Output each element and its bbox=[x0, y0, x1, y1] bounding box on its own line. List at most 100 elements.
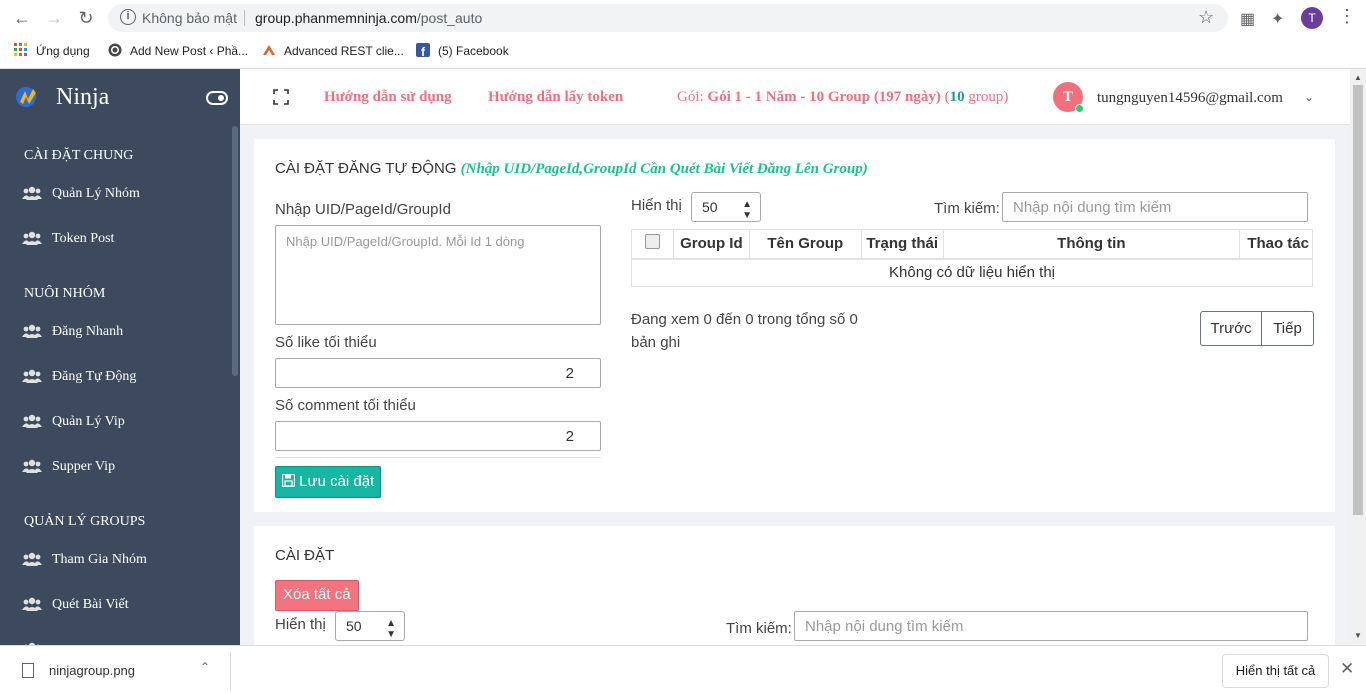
divider bbox=[275, 457, 601, 458]
sidebar-item-quan-ly-nhom[interactable]: Quản Lý Nhóm bbox=[22, 182, 222, 208]
col-actions[interactable]: Thao tác bbox=[1239, 229, 1313, 260]
ninja-logo-icon[interactable] bbox=[14, 85, 42, 109]
back-arrow-icon[interactable]: ← bbox=[12, 8, 32, 28]
table-row: Không có dữ liệu hiển thị bbox=[631, 258, 1313, 287]
sidebar-item-partial[interactable] bbox=[22, 638, 222, 645]
page-size-select[interactable]: 50 ▲ ▼ bbox=[691, 192, 761, 222]
save-settings-label: Lưu cài đặt bbox=[299, 473, 375, 490]
bookmark-add-new-post[interactable]: Add New Post ‹ Phầ... bbox=[108, 42, 248, 60]
bookmark-apps[interactable]: Ứng dụng bbox=[14, 42, 90, 60]
bookmark-rest-client[interactable]: Advanced REST clie... bbox=[262, 42, 404, 60]
sidebar-item-quet-bai-viet[interactable]: Quét Bài Viết bbox=[22, 593, 222, 619]
section-title-quan-ly-groups: QUẢN LÝ GROUPS bbox=[24, 514, 146, 529]
page-size-select[interactable]: 50 ▲ ▼ bbox=[335, 611, 405, 641]
card-title: CÀI ĐẶT ĐĂNG TỰ ĐỘNG (Nhập UID/PageId,Gr… bbox=[275, 160, 868, 178]
search-input[interactable]: Nhập nội dung tìm kiếm bbox=[1002, 192, 1308, 222]
omnibox-divider bbox=[244, 10, 245, 26]
token-guide-link[interactable]: Hướng dẫn lấy token bbox=[488, 89, 623, 106]
download-file-name[interactable]: ninjagroup.png bbox=[49, 663, 135, 678]
select-all-checkbox[interactable] bbox=[644, 234, 660, 250]
uid-label: Nhập UID/PageId/GroupId bbox=[275, 201, 451, 218]
sidebar-item-tham-gia-nhom[interactable]: Tham Gia Nhóm bbox=[22, 548, 222, 574]
bookmark-star-icon[interactable]: ☆ bbox=[1198, 7, 1214, 28]
groups-table: Group Id Tên Group Trạng thái Thông tin … bbox=[631, 229, 1313, 287]
min-comment-input[interactable]: 2 bbox=[275, 421, 601, 451]
search-input[interactable]: Nhập nội dung tìm kiếm bbox=[794, 611, 1308, 641]
users-icon bbox=[22, 414, 42, 428]
col-group-name[interactable]: Tên Group bbox=[748, 229, 862, 260]
sidebar-item-label: Tham Gia Nhóm bbox=[52, 552, 147, 567]
sidebar-item-label: Quản Lý Vip bbox=[52, 414, 125, 429]
page-size-value: 50 bbox=[346, 618, 362, 634]
chevron-down-icon[interactable]: ⌄ bbox=[1304, 90, 1314, 104]
bookmark-facebook[interactable]: f (5) Facebook bbox=[416, 42, 509, 60]
empty-table-message: Không có dữ liệu hiển thị bbox=[631, 258, 1313, 287]
chevron-up-icon[interactable]: ⌃ bbox=[200, 660, 210, 674]
close-icon[interactable]: ✕ bbox=[1340, 659, 1354, 679]
info-icon[interactable]: i bbox=[120, 9, 136, 25]
min-comment-label: Số comment tối thiểu bbox=[275, 397, 416, 414]
sidebar-scrollbar[interactable] bbox=[232, 126, 238, 376]
col-group-id[interactable]: Group Id bbox=[672, 229, 750, 260]
select-all-checkbox-cell[interactable] bbox=[631, 229, 674, 260]
sidebar-item-label: Quét Bài Viết bbox=[52, 597, 129, 612]
file-icon bbox=[22, 663, 34, 678]
scroll-up-arrow-icon[interactable]: ▲ bbox=[1354, 73, 1362, 82]
auto-post-settings-card: CÀI ĐẶT ĐĂNG TỰ ĐỘNG (Nhập UID/PageId,Gr… bbox=[254, 139, 1335, 512]
table-header-row: Group Id Tên Group Trạng thái Thông tin … bbox=[631, 229, 1313, 260]
forward-arrow-icon[interactable]: → bbox=[44, 8, 64, 28]
insecure-label: Không bảo mật bbox=[142, 10, 237, 26]
group-count: 10 bbox=[949, 89, 965, 105]
user-email[interactable]: tungnguyen14596@gmail.com bbox=[1097, 90, 1283, 107]
download-bar: ninjagroup.png ⌃ Hiển thị tất cả ✕ bbox=[0, 645, 1366, 694]
profile-avatar[interactable]: T bbox=[1301, 7, 1323, 29]
page-scrollbar[interactable]: ▲ ▼ bbox=[1350, 69, 1366, 645]
uid-placeholder: Nhập UID/PageId/GroupId. Mỗi Id 1 dòng bbox=[286, 234, 525, 249]
sidebar-item-dang-nhanh[interactable]: Đăng Nhanh bbox=[22, 320, 222, 346]
uid-textarea[interactable]: Nhập UID/PageId/GroupId. Mỗi Id 1 dòng bbox=[275, 225, 601, 325]
sidebar-item-quan-ly-vip[interactable]: Quản Lý Vip bbox=[22, 410, 222, 436]
fullscreen-icon[interactable] bbox=[273, 89, 289, 105]
show-all-downloads-button[interactable]: Hiển thị tất cả bbox=[1222, 654, 1329, 688]
sidebar: Ninja CÀI ĐẶT CHUNG Quản Lý Nhóm Token P… bbox=[0, 69, 240, 645]
sidebar-item-token-post[interactable]: Token Post bbox=[22, 227, 222, 253]
extensions-puzzle-icon[interactable]: ✦ bbox=[1271, 9, 1284, 29]
users-icon bbox=[22, 186, 42, 200]
settings-card: CÀI ĐẶT Xóa tất cả Hiển thị 50 ▲ ▼ Tìm kiế… bbox=[254, 526, 1335, 645]
brand-name[interactable]: Ninja bbox=[56, 84, 109, 111]
main-content: CÀI ĐẶT ĐĂNG TỰ ĐỘNG (Nhập UID/PageId,Gr… bbox=[240, 125, 1350, 645]
sidebar-item-label: Supper Vip bbox=[52, 459, 116, 474]
delete-all-button[interactable]: Xóa tất cả bbox=[275, 580, 359, 611]
next-page-button[interactable]: Tiếp bbox=[1261, 311, 1314, 346]
entries-info-line1: Đang xem 0 đến 0 trong tổng số 0 bbox=[631, 311, 858, 328]
browser-menu-icon[interactable]: ⋮ bbox=[1338, 6, 1356, 27]
sidebar-item-dang-tu-dong[interactable]: Đăng Tự Động bbox=[22, 365, 222, 391]
col-info[interactable]: Thông tin bbox=[942, 229, 1240, 260]
bookmark-label: (5) Facebook bbox=[438, 44, 509, 58]
save-settings-button[interactable]: Lưu cài đặt bbox=[275, 466, 382, 498]
sidebar-item-supper-vip[interactable]: Supper Vip bbox=[22, 455, 222, 481]
col-status[interactable]: Trạng thái bbox=[860, 229, 944, 260]
sidebar-toggle-icon[interactable] bbox=[206, 91, 228, 105]
bookmark-label: Ứng dụng bbox=[36, 44, 90, 58]
url-text[interactable]: group.phanmemninja.com/post_auto bbox=[255, 10, 482, 26]
online-status-dot bbox=[1075, 104, 1084, 113]
users-icon bbox=[22, 369, 42, 383]
bookmarks-bar: Ứng dụng Add New Post ‹ Phầ... Advanced … bbox=[0, 36, 1366, 69]
min-like-input[interactable]: 2 bbox=[275, 358, 601, 388]
select-arrows-icon: ▲ ▼ bbox=[386, 618, 396, 640]
bookmark-label: Add New Post ‹ Phầ... bbox=[130, 44, 249, 58]
usage-guide-link[interactable]: Hướng dẫn sử dụng bbox=[324, 89, 452, 106]
sidebar-item-label: Đăng Tự Động bbox=[52, 369, 137, 384]
qr-code-icon[interactable]: ▦ bbox=[1240, 9, 1255, 29]
section-title-general: CÀI ĐẶT CHUNG bbox=[24, 148, 134, 163]
address-bar[interactable]: i Không bảo mật group.phanmemninja.com/p… bbox=[108, 4, 1228, 32]
save-floppy-icon bbox=[281, 473, 296, 488]
sidebar-item-label: Token Post bbox=[52, 231, 115, 246]
scroll-down-arrow-icon[interactable]: ▼ bbox=[1354, 631, 1362, 640]
prev-page-button[interactable]: Trước bbox=[1200, 311, 1262, 346]
reload-icon[interactable]: ↻ bbox=[76, 8, 96, 28]
scrollbar-thumb[interactable] bbox=[1353, 85, 1363, 515]
show-entries-label: Hiển thị bbox=[275, 616, 326, 633]
package-info: Gói: Gói 1 - 1 Năm - 10 Group (197 ngày)… bbox=[677, 89, 1009, 105]
